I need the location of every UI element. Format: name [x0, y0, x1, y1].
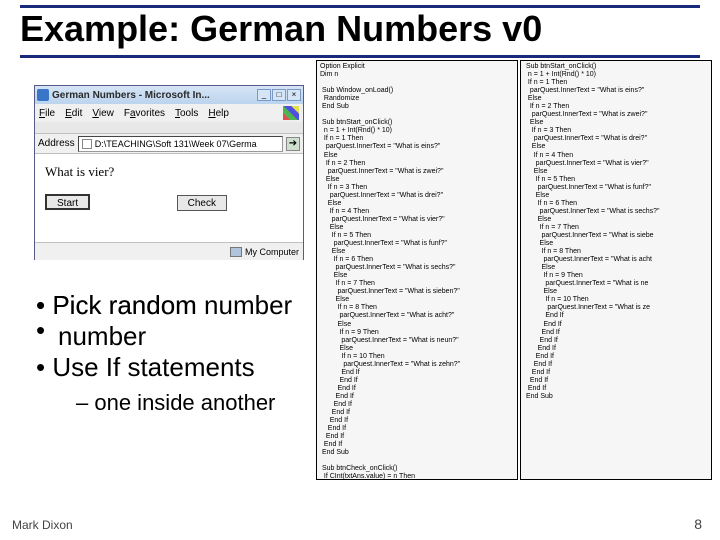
- bullet-sub-nested: one inside another: [76, 390, 275, 416]
- bullet-use-if: Use If statements: [36, 352, 275, 383]
- bullet-pick: Pick random: [36, 290, 275, 321]
- address-label: Address: [38, 138, 75, 149]
- slide-title: Example: German Numbers v0: [20, 8, 700, 50]
- page-file-icon: [82, 139, 92, 149]
- my-computer-icon: [230, 247, 242, 257]
- address-value: D:\TEACHING\Soft 131\Week 07\Germa: [95, 139, 257, 149]
- footer-author: Mark Dixon: [12, 518, 73, 532]
- menu-file[interactable]: File: [39, 108, 55, 119]
- ie-icon: [37, 89, 49, 101]
- menu-tools[interactable]: Tools: [175, 108, 198, 119]
- minimize-button[interactable]: _: [257, 89, 271, 101]
- close-button[interactable]: ×: [287, 89, 301, 101]
- code-panel-left: Option Explicit Dim n Sub Window_onLoad(…: [316, 60, 518, 480]
- browser-window: German Numbers - Microsoft In... _ □ × F…: [34, 85, 304, 260]
- browser-page: What is vier? Start Check: [35, 154, 303, 242]
- code-panel-right: Sub btnStart_onClick() n = 1 + Int(Rnd()…: [520, 60, 712, 480]
- menu-edit[interactable]: Edit: [65, 108, 82, 119]
- menu-view[interactable]: View: [92, 108, 114, 119]
- address-input[interactable]: D:\TEACHING\Soft 131\Week 07\Germa: [78, 136, 283, 152]
- menu-help[interactable]: Help: [208, 108, 229, 119]
- address-bar: Address D:\TEACHING\Soft 131\Week 07\Ger…: [35, 134, 303, 154]
- windows-logo-icon: [283, 106, 299, 120]
- browser-toolbar: [35, 122, 303, 134]
- bullet-list-real: Pick random number Use If statements one…: [36, 290, 275, 416]
- go-button[interactable]: ➔: [286, 137, 300, 151]
- bullet-pick-l2: number: [58, 321, 275, 352]
- maximize-button[interactable]: □: [272, 89, 286, 101]
- browser-statusbar: My Computer: [35, 242, 303, 260]
- browser-window-title: German Numbers - Microsoft In...: [52, 90, 254, 101]
- start-button[interactable]: Start: [45, 194, 90, 210]
- check-button[interactable]: Check: [177, 195, 227, 211]
- menu-favorites[interactable]: Favorites: [124, 108, 165, 119]
- title-underline: [20, 55, 700, 58]
- browser-menubar: File Edit View Favorites Tools Help: [35, 104, 303, 122]
- browser-titlebar[interactable]: German Numbers - Microsoft In... _ □ ×: [35, 86, 303, 104]
- status-text: My Computer: [245, 247, 299, 257]
- footer-page-number: 8: [694, 516, 702, 532]
- question-text: What is vier?: [45, 164, 293, 180]
